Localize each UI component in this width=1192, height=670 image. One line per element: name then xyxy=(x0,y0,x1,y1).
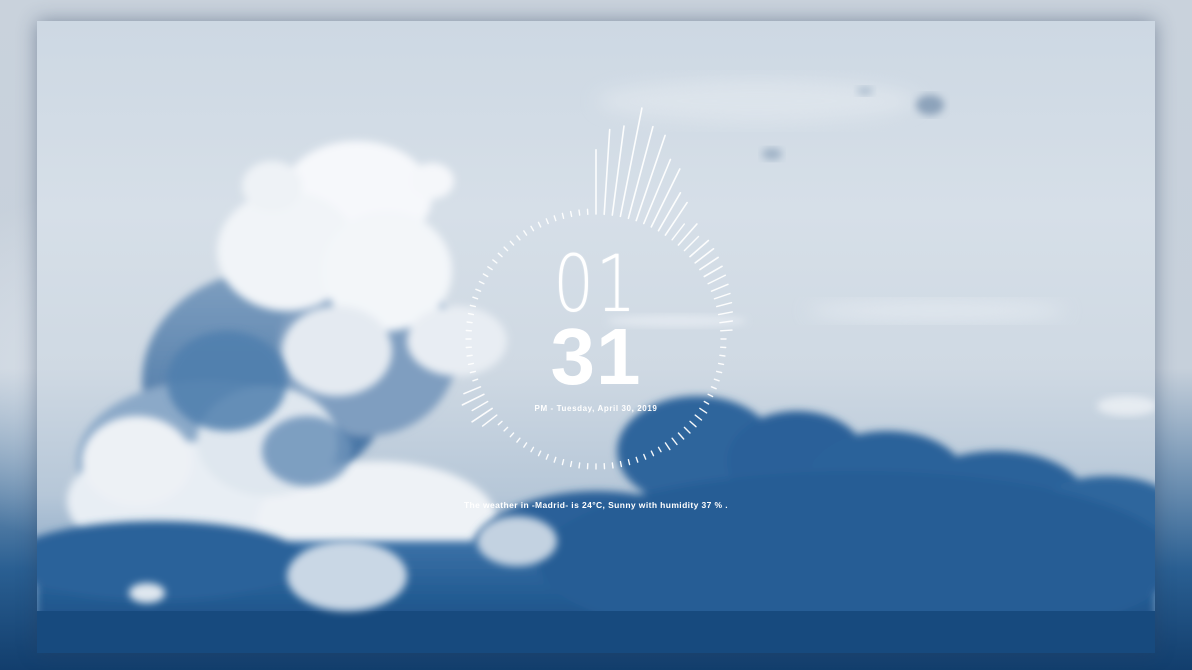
ring-tick xyxy=(671,437,678,446)
ring-tick xyxy=(627,459,631,466)
ring-tick xyxy=(657,446,662,453)
ring-tick xyxy=(643,453,647,460)
ring-tick xyxy=(516,235,521,241)
ring-tick xyxy=(569,210,573,218)
clock-minutes: 31 xyxy=(550,312,642,401)
wallpaper-frame: 01 31 PM - Tuesday, April 30, 2019 The w… xyxy=(37,21,1155,653)
ring-tick xyxy=(509,432,515,438)
ring-tick xyxy=(503,426,509,432)
ring-tick xyxy=(635,456,639,463)
ring-tick xyxy=(677,432,685,440)
ring-tick xyxy=(481,414,498,427)
ring-tick xyxy=(516,437,521,443)
ring-tick xyxy=(689,420,697,428)
ring-tick xyxy=(530,225,535,232)
ring-tick xyxy=(569,460,573,468)
ring-tick xyxy=(664,201,688,236)
ring-tick xyxy=(537,450,542,457)
ring-tick xyxy=(664,442,671,451)
ring-tick xyxy=(611,125,625,216)
ring-tick xyxy=(611,462,614,469)
ring-tick xyxy=(530,446,535,453)
ring-tick xyxy=(553,215,557,222)
ring-tick xyxy=(553,456,557,463)
ring-tick xyxy=(657,192,682,232)
weather-summary: The weather in -Madrid- is 24°C, Sunny w… xyxy=(463,500,729,510)
ring-tick xyxy=(561,459,565,466)
ring-tick xyxy=(545,453,549,460)
ring-tick xyxy=(523,442,528,448)
date-label: PM - Tuesday, April 30, 2019 xyxy=(534,404,658,413)
ring-tick xyxy=(497,420,503,426)
ring-tick xyxy=(537,221,542,228)
ring-tick xyxy=(650,450,655,457)
ring-tick xyxy=(603,128,611,216)
ring-tick xyxy=(619,107,643,218)
ring-tick xyxy=(671,223,685,241)
ring-tick xyxy=(578,209,581,216)
ring-tick xyxy=(578,462,581,469)
ring-tick xyxy=(545,218,549,225)
ring-tick xyxy=(683,426,691,434)
ring-tick xyxy=(694,414,703,421)
ring-tick xyxy=(561,212,565,220)
ring-tick xyxy=(627,125,654,220)
ring-tick xyxy=(523,230,528,236)
ring-tick xyxy=(619,460,623,468)
